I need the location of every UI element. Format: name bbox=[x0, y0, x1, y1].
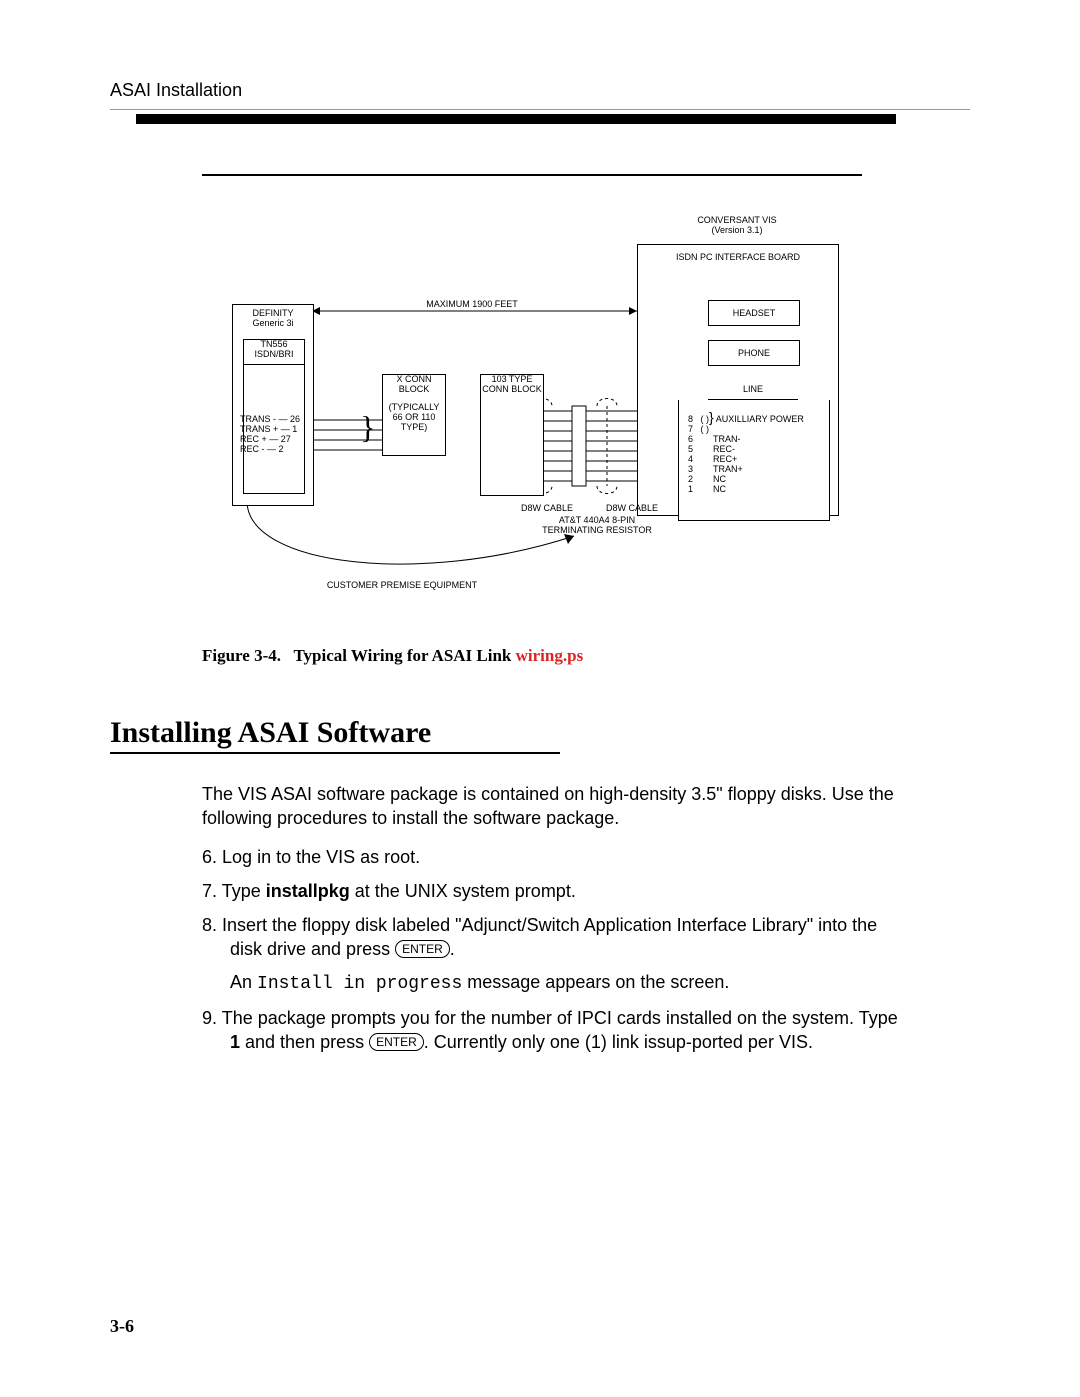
intro-paragraph: The VIS ASAI software package is contain… bbox=[202, 782, 902, 831]
t: message appears on the screen. bbox=[462, 972, 729, 992]
body-text: The VIS ASAI software package is contain… bbox=[202, 782, 902, 1055]
wiring-diagram: } CONVERSANT VIS (Version 3.1) ISDN PC I… bbox=[202, 216, 862, 636]
step-text: Log in to the VIS as root. bbox=[222, 847, 420, 867]
text: (Version 3.1) bbox=[711, 225, 762, 235]
pins-right: 8 ( )} AUXILLIARY POWER 7 ( ) 6 TRAN- 5 … bbox=[688, 410, 804, 495]
head-rule-thin bbox=[110, 109, 970, 110]
enter-key: ENTER bbox=[369, 1033, 424, 1051]
t: 4 bbox=[688, 454, 693, 464]
box-tn556: TN556 ISDN/BRI bbox=[243, 339, 305, 365]
t: 1 bbox=[688, 484, 693, 494]
t: 27 bbox=[281, 434, 291, 444]
t: 3 bbox=[688, 464, 693, 474]
t: REC+ bbox=[713, 454, 737, 464]
step-9: 9. The package prompts you for the numbe… bbox=[202, 1006, 902, 1055]
t: 2 bbox=[688, 474, 693, 484]
command: installpkg bbox=[266, 881, 350, 901]
t: Insert the floppy disk labeled "Adjunct/… bbox=[222, 915, 877, 959]
label-line: LINE bbox=[708, 385, 798, 400]
t: ( ) bbox=[701, 414, 710, 424]
section-rule bbox=[110, 752, 560, 754]
t: AUXILLIARY POWER bbox=[716, 414, 804, 424]
t: REC + bbox=[240, 434, 267, 444]
step-num: 6. bbox=[202, 847, 217, 867]
t: TRAN+ bbox=[713, 464, 743, 474]
text: CONVERSANT VIS bbox=[697, 215, 776, 225]
t: TERMINATING RESISTOR bbox=[542, 525, 652, 535]
t: NC bbox=[713, 484, 726, 494]
t: TRAN- bbox=[713, 434, 741, 444]
figure: } CONVERSANT VIS (Version 3.1) ISDN PC I… bbox=[202, 174, 862, 666]
t: TRANS + bbox=[240, 424, 278, 434]
label-term: AT&T 440A4 8-PIN TERMINATING RESISTOR bbox=[522, 516, 672, 536]
pins-left: TRANS - — 26 TRANS + — 1 REC + — 27 REC … bbox=[240, 414, 300, 454]
t: . bbox=[450, 939, 455, 959]
t: AT&T 440A4 8-PIN bbox=[559, 515, 635, 525]
box-definity: DEFINITY Generic 3i TN556 ISDN/BRI bbox=[232, 304, 314, 506]
t: CONN BLOCK bbox=[481, 385, 543, 395]
step-7: 7. Type installpkg at the UNIX system pr… bbox=[202, 879, 902, 903]
t: The package prompts you for the number o… bbox=[222, 1008, 898, 1028]
step-8: 8. Insert the floppy disk labeled "Adjun… bbox=[202, 913, 902, 996]
step-6: 6. Log in to the VIS as root. bbox=[202, 845, 902, 869]
figure-caption: Figure 3-4. Typical Wiring for ASAI Link… bbox=[202, 646, 862, 666]
t: ISDN/BRI bbox=[244, 350, 304, 360]
caption-filename: wiring.ps bbox=[516, 646, 584, 665]
step-8-sub: An Install in progress message appears o… bbox=[230, 970, 902, 996]
t: An bbox=[230, 972, 257, 992]
t: 66 OR 110 bbox=[393, 412, 436, 422]
steps-list: 6. Log in to the VIS as root. 7. Type in… bbox=[202, 845, 902, 1055]
label-definity-sub: Generic 3i bbox=[233, 319, 313, 329]
t: NC bbox=[713, 474, 726, 484]
t: 26 bbox=[290, 414, 300, 424]
section-title: Installing ASAI Software bbox=[110, 716, 970, 750]
box-conversant: ISDN PC INTERFACE BOARD HEADSET PHONE LI… bbox=[637, 244, 839, 516]
t: BLOCK bbox=[383, 385, 445, 395]
box-phone: PHONE bbox=[708, 340, 800, 366]
running-head: ASAI Installation bbox=[110, 80, 970, 101]
enter-key: ENTER bbox=[395, 940, 450, 958]
step-num: 8. bbox=[202, 915, 217, 935]
box-headset: HEADSET bbox=[708, 300, 800, 326]
t: 8 bbox=[688, 414, 693, 424]
label-conversant: CONVERSANT VIS (Version 3.1) bbox=[662, 216, 812, 236]
box-xconn: X CONN BLOCK (TYPICALLY 66 OR 110 TYPE) bbox=[382, 374, 446, 456]
t: TRANS - bbox=[240, 414, 276, 424]
step-num: 7. bbox=[202, 881, 217, 901]
label-d8w-1: D8W CABLE bbox=[512, 504, 582, 514]
box-103-conn: 103 TYPE CONN BLOCK bbox=[480, 374, 544, 496]
t: TYPE bbox=[401, 422, 425, 432]
label-max-feet: MAXIMUM 1900 FEET bbox=[402, 300, 542, 310]
t: Type bbox=[222, 881, 266, 901]
figure-top-rule bbox=[202, 174, 862, 176]
t: 7 bbox=[688, 424, 693, 434]
label-isdn-board: ISDN PC INTERFACE BOARD bbox=[638, 253, 838, 263]
t: 2 bbox=[279, 444, 284, 454]
t: 5 bbox=[688, 444, 693, 454]
t: TYPICALLY bbox=[392, 402, 440, 412]
t: REC- bbox=[713, 444, 735, 454]
mono-text: Install in progress bbox=[257, 974, 462, 994]
caption-text: Typical Wiring for ASAI Link bbox=[293, 646, 511, 665]
t: REC - bbox=[240, 444, 265, 454]
page: ASAI Installation bbox=[0, 0, 1080, 1397]
t: and then press bbox=[240, 1032, 369, 1052]
command: 1 bbox=[230, 1032, 240, 1052]
label-cpe: CUSTOMER PREMISE EQUIPMENT bbox=[302, 581, 502, 591]
caption-label: Figure 3-4. bbox=[202, 646, 281, 665]
t: ( ) bbox=[701, 424, 710, 434]
t: 6 bbox=[688, 434, 693, 444]
svg-text:}: } bbox=[360, 409, 375, 445]
t: at the UNIX system prompt. bbox=[350, 881, 576, 901]
t: 1 bbox=[292, 424, 297, 434]
step-num: 9. bbox=[202, 1008, 217, 1028]
head-rule-thick bbox=[136, 114, 896, 124]
label-d8w-2: D8W CABLE bbox=[597, 504, 667, 514]
t: . Currently only one (1) link issup-port… bbox=[424, 1032, 813, 1052]
page-number: 3-6 bbox=[110, 1316, 134, 1337]
